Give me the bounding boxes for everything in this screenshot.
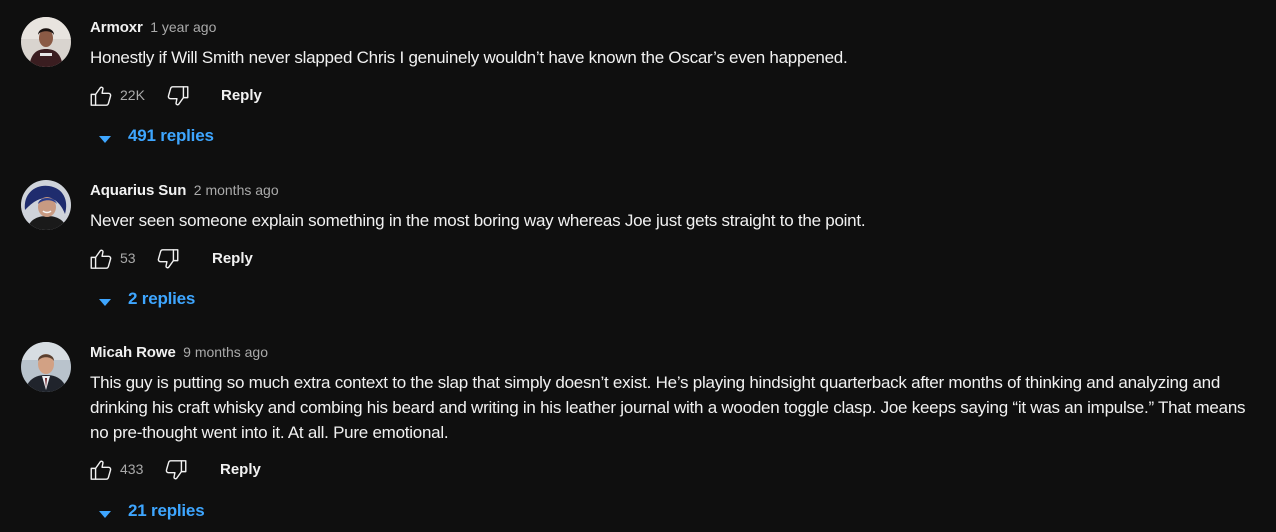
comment-actions: 22K Reply (88, 83, 288, 109)
comment-timestamp[interactable]: 9 months ago (183, 344, 268, 360)
avatar[interactable] (21, 342, 71, 392)
comment-actions: 433 Reply (88, 457, 288, 483)
comment-thread: Micah Rowe 9 months ago This guy is putt… (0, 340, 1276, 530)
author-name[interactable]: Armoxr (90, 19, 143, 36)
comment-timestamp[interactable]: 1 year ago (150, 19, 216, 35)
comment-header: Micah Rowe 9 months ago (90, 343, 268, 362)
thumbs-up-icon[interactable] (88, 83, 114, 109)
avatar[interactable] (21, 180, 71, 230)
avatar-person-dark-shirt-icon (21, 17, 71, 67)
like-count: 53 (120, 250, 136, 266)
replies-count-label: 491 replies (128, 126, 214, 145)
avatar-blue-hair-person-icon (21, 180, 71, 230)
reply-button[interactable]: Reply (221, 87, 262, 104)
comment-text: This guy is putting so much extra contex… (90, 373, 1246, 442)
comment-header: Armoxr 1 year ago (90, 18, 216, 37)
author-name[interactable]: Aquarius Sun (90, 182, 186, 199)
comment-thread: Armoxr 1 year ago Honestly if Will Smith… (0, 15, 1276, 155)
thumbs-up-icon[interactable] (88, 246, 114, 272)
comment-header: Aquarius Sun 2 months ago (90, 181, 279, 200)
replies-count-label: 2 replies (128, 289, 196, 308)
caret-down-icon (98, 295, 112, 306)
like-count: 433 (120, 461, 144, 477)
thumbs-down-icon[interactable] (163, 457, 189, 483)
caret-down-icon (98, 132, 112, 143)
reply-button[interactable]: Reply (220, 461, 261, 478)
thumbs-up-icon[interactable] (88, 457, 114, 483)
comment-actions: 53 Reply (88, 246, 288, 272)
avatar-man-in-suit-icon (21, 342, 71, 392)
comment-text: Never seen someone explain something in … (90, 211, 866, 230)
author-name[interactable]: Micah Rowe (90, 344, 176, 361)
comment-timestamp[interactable]: 2 months ago (194, 182, 279, 198)
caret-down-icon (98, 507, 112, 518)
thumbs-down-icon[interactable] (165, 83, 191, 109)
replies-count-label: 21 replies (128, 501, 205, 520)
thumbs-down-icon[interactable] (155, 246, 181, 272)
reply-button[interactable]: Reply (212, 250, 253, 267)
avatar[interactable] (21, 17, 71, 67)
comment-thread: Aquarius Sun 2 months ago Never seen som… (0, 178, 1276, 318)
comment-text: Honestly if Will Smith never slapped Chr… (90, 48, 848, 67)
like-count: 22K (120, 87, 145, 103)
